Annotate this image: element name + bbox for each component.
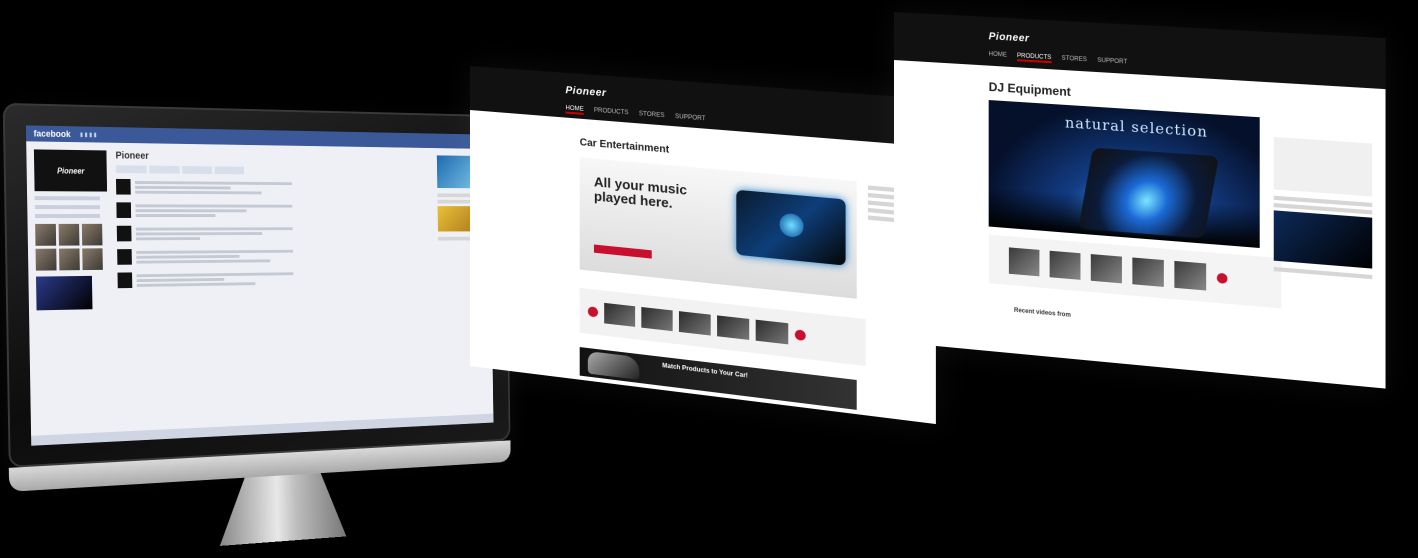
- monitor-bezel: facebook ▮ ▮ ▮ ▮ Pioneer Pioneer: [2, 102, 511, 468]
- product-thumbnail[interactable]: [1132, 257, 1164, 287]
- product-thumbnail[interactable]: [678, 311, 711, 336]
- wall-post: [116, 225, 432, 242]
- carousel-next-icon[interactable]: [1216, 272, 1228, 284]
- page-title: Pioneer: [115, 150, 149, 162]
- car-entertainment-page: Pioneer HOME PRODUCTS STORES SUPPORT Car…: [470, 66, 936, 425]
- car-image: [587, 351, 640, 380]
- videos-heading: Recent videos from: [1014, 308, 1071, 319]
- friend-thumbnail[interactable]: [82, 248, 103, 271]
- nav-home[interactable]: HOME: [989, 51, 1007, 60]
- avatar: [115, 178, 131, 195]
- imac-monitor: facebook ▮ ▮ ▮ ▮ Pioneer Pioneer: [2, 102, 519, 498]
- nav-stores[interactable]: STORES: [639, 111, 665, 121]
- profile-logo: Pioneer: [57, 166, 85, 176]
- page-header: Pioneer HOME PRODUCTS STORES SUPPORT: [470, 66, 936, 147]
- product-thumbnail[interactable]: [1008, 247, 1040, 277]
- monitor-stand: [219, 472, 347, 546]
- page-title: DJ Equipment: [988, 79, 1071, 100]
- product-thumbnail[interactable]: [641, 306, 673, 332]
- avatar: [117, 272, 133, 289]
- main-nav: HOME PRODUCTS STORES SUPPORT: [565, 105, 706, 125]
- avatar: [116, 202, 132, 218]
- videos-heading-text: Recent videos from: [1013, 307, 1071, 319]
- friend-thumbnail[interactable]: [59, 248, 80, 271]
- nav-support[interactable]: SUPPORT: [1097, 58, 1127, 68]
- tab[interactable]: [115, 165, 147, 174]
- scene: facebook ▮ ▮ ▮ ▮ Pioneer Pioneer Pioneer…: [0, 0, 1418, 558]
- friend-thumbnail[interactable]: [35, 223, 57, 246]
- page-title: Car Entertainment: [579, 137, 670, 156]
- product-thumbnail[interactable]: [717, 315, 750, 340]
- hero-banner[interactable]: natural selection: [988, 100, 1260, 248]
- friends-grid: [35, 223, 110, 271]
- wall-post: [116, 202, 431, 219]
- nav-stores[interactable]: STORES: [1062, 56, 1087, 66]
- sidebar-image[interactable]: [1273, 210, 1373, 269]
- dj-equipment-page: Pioneer HOME PRODUCTS STORES SUPPORT DJ …: [894, 12, 1386, 389]
- taskbar: [31, 413, 494, 446]
- facebook-logo[interactable]: facebook: [34, 129, 71, 140]
- avatar: [117, 249, 132, 265]
- facebook-left-column: Pioneer: [33, 149, 111, 311]
- facebook-tabs: [115, 165, 431, 176]
- hero-button[interactable]: [593, 244, 652, 259]
- car-stereo-image: [736, 189, 846, 266]
- carousel-prev-icon[interactable]: [587, 306, 599, 318]
- dj-deck-image: [1078, 147, 1220, 239]
- profile-picture[interactable]: Pioneer: [33, 149, 108, 192]
- product-thumbnail[interactable]: [1090, 254, 1122, 284]
- hero-banner[interactable]: All your music played here.: [579, 157, 857, 299]
- sidebar-line: [34, 205, 101, 210]
- sidebar-box: [1273, 136, 1373, 197]
- pioneer-logo[interactable]: Pioneer: [565, 85, 606, 99]
- product-thumbnail[interactable]: [1049, 250, 1081, 280]
- wall-post: [117, 247, 432, 266]
- wall-post: [115, 178, 431, 197]
- tab[interactable]: [214, 166, 245, 175]
- tab[interactable]: [149, 165, 180, 174]
- text-line: [1273, 266, 1373, 280]
- product-thumbnail[interactable]: [1174, 260, 1207, 291]
- hero-headline: natural selection: [1065, 115, 1208, 141]
- video-thumbnail[interactable]: [36, 275, 93, 311]
- product-thumbnail[interactable]: [604, 302, 636, 327]
- facebook-body: Pioneer Pioneer: [26, 141, 492, 318]
- friend-thumbnail[interactable]: [35, 248, 57, 271]
- facebook-wall: Pioneer: [116, 151, 433, 309]
- nav-home[interactable]: HOME: [565, 105, 584, 115]
- tab[interactable]: [182, 166, 213, 175]
- sidebar-line: [34, 196, 100, 201]
- pioneer-logo[interactable]: Pioneer: [989, 31, 1030, 44]
- product-thumbnail[interactable]: [755, 319, 789, 345]
- facebook-nav-placeholder: ▮ ▮ ▮ ▮: [79, 131, 97, 139]
- hero-headline: All your music played here.: [593, 173, 687, 211]
- avatar: [116, 225, 132, 242]
- match-products-label: Match Products to Your Car!: [662, 363, 748, 380]
- nav-support[interactable]: SUPPORT: [675, 114, 706, 125]
- friend-thumbnail[interactable]: [81, 223, 103, 246]
- nav-products[interactable]: PRODUCTS: [594, 108, 629, 119]
- carousel-next-icon[interactable]: [794, 329, 806, 342]
- main-nav: HOME PRODUCTS STORES SUPPORT: [989, 51, 1128, 67]
- friend-thumbnail[interactable]: [58, 223, 80, 246]
- page-header: Pioneer HOME PRODUCTS STORES SUPPORT: [894, 12, 1386, 90]
- sidebar-line: [34, 214, 101, 218]
- nav-products[interactable]: PRODUCTS: [1017, 53, 1052, 64]
- facebook-screen: facebook ▮ ▮ ▮ ▮ Pioneer Pioneer: [25, 125, 494, 446]
- wall-post: [117, 269, 433, 290]
- sidebar: [1273, 136, 1373, 282]
